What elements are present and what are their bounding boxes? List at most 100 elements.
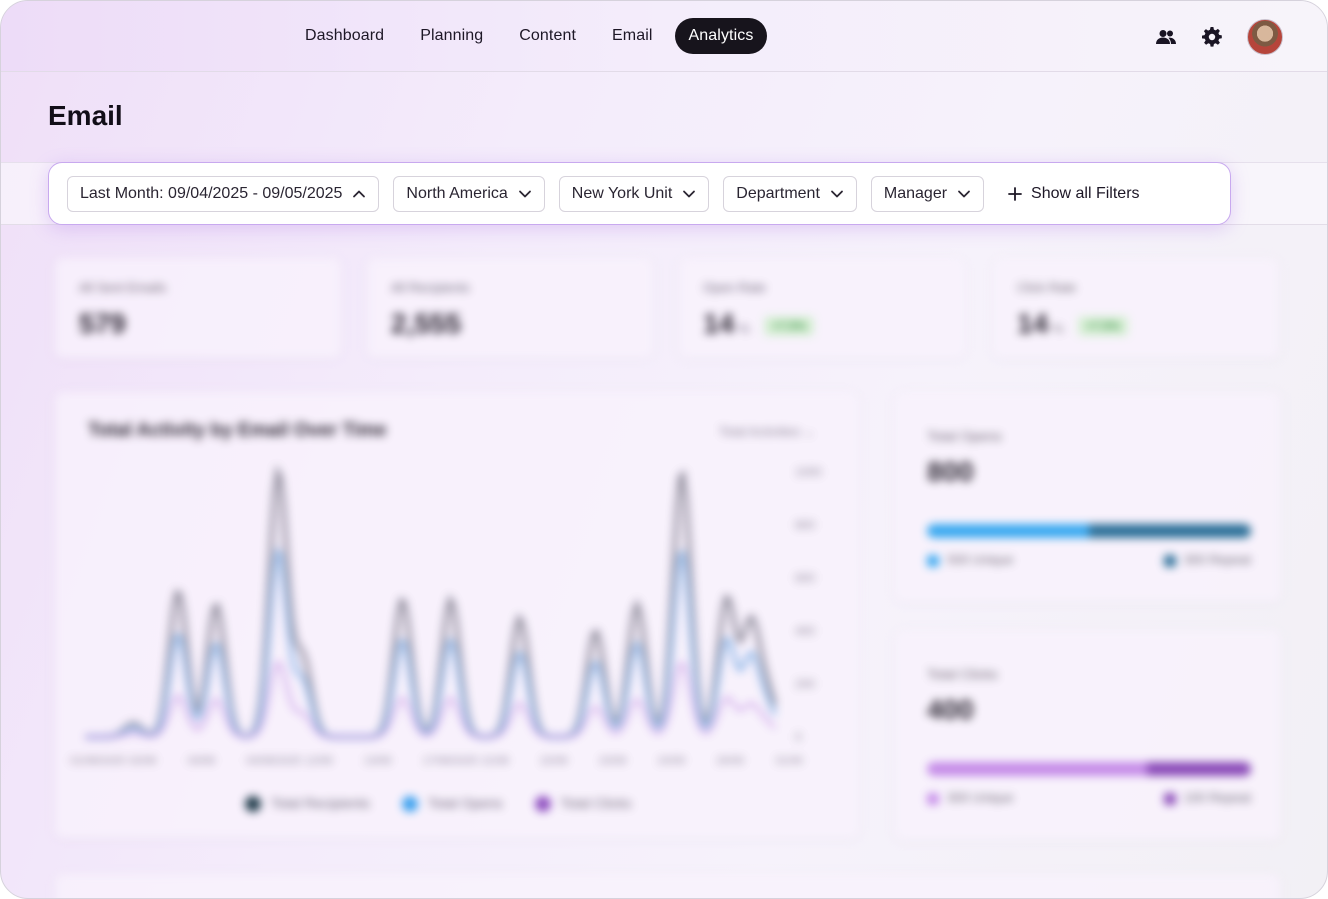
plus-icon xyxy=(1008,186,1022,201)
x-tick-label: 02/08 xyxy=(129,755,157,767)
department-filter[interactable]: Department xyxy=(723,175,857,212)
legend-label: Total Clicks xyxy=(560,795,632,811)
total-clicks-card: Total Clicks 400 300 Unique 100 Repeat xyxy=(895,630,1281,840)
date-range-label: Last Month: 09/04/2025 - 09/05/2025 xyxy=(80,184,343,202)
nav-item-content[interactable]: Content xyxy=(505,18,590,54)
blurred-dashboard-content: All Sent Emails 579 All Recipients 2,555… xyxy=(1,226,1327,898)
kpi-unit: % xyxy=(738,321,750,336)
opens-repeat-segment xyxy=(1089,524,1251,538)
legend-label: 300 Repeat xyxy=(1183,552,1251,567)
opens-value: 800 xyxy=(927,456,974,487)
chevron-down-icon xyxy=(518,190,531,197)
user-avatar[interactable] xyxy=(1247,19,1283,55)
kpi-card-recipients: All Recipients 2,555 xyxy=(367,258,653,358)
y-tick-label: 800 xyxy=(795,518,815,532)
filter-bar: Last Month: 09/04/2025 - 09/05/2025 Nort… xyxy=(48,162,1231,225)
y-tick-label: 600 xyxy=(795,571,815,585)
clicks-value: 400 xyxy=(927,694,974,725)
date-range-filter[interactable]: Last Month: 09/04/2025 - 09/05/2025 xyxy=(67,175,380,212)
opens-unique-legend: 500 Unique xyxy=(927,552,1014,567)
opens-label: Total Opens xyxy=(927,428,1002,444)
chevron-up-icon xyxy=(353,190,366,197)
legend-label: Total Opens xyxy=(427,795,503,811)
legend-label: 100 Repeat xyxy=(1183,790,1251,805)
opens-bar-legend: 500 Unique 300 Repeat xyxy=(927,552,1251,567)
x-tick-label: 13/08 xyxy=(364,755,392,767)
kpi-label: All Sent Emails xyxy=(79,280,167,295)
x-tick-label: 31/08 xyxy=(775,755,803,767)
clicks-bar-legend: 300 Unique 100 Repeat xyxy=(927,790,1251,805)
legend-label: Total Recipients xyxy=(271,795,370,811)
legend-label: 300 Unique xyxy=(947,790,1014,805)
top-right-actions xyxy=(1155,19,1283,55)
legend-label: 500 Unique xyxy=(947,552,1014,567)
clicks-label: Total Clicks xyxy=(927,666,998,682)
total-opens-card: Total Opens 800 500 Unique 300 Repeat xyxy=(895,392,1281,602)
y-tick-label: 200 xyxy=(795,677,815,691)
nav-item-dashboard[interactable]: Dashboard xyxy=(291,18,398,54)
show-all-filters-label: Show all Filters xyxy=(1031,184,1140,202)
chevron-down-icon xyxy=(683,190,696,197)
clicks-unique-legend: 300 Unique xyxy=(927,790,1014,805)
kpi-badge: +7.5% xyxy=(1077,315,1129,336)
clicks-split-bar xyxy=(927,762,1251,776)
opens-split-bar xyxy=(927,524,1251,538)
kpi-number: 14 xyxy=(703,308,735,339)
kpi-label: Open Rate xyxy=(703,280,766,295)
department-label: Department xyxy=(736,184,820,202)
top-navigation-bar: Dashboard Planning Content Email Analyti… xyxy=(1,1,1327,72)
activity-chart-card: Total Activity by Email Over Time Total … xyxy=(55,392,859,838)
x-tick-label: 17/08/2025 xyxy=(423,755,478,767)
kpi-label: All Recipients xyxy=(391,280,470,295)
x-tick-label: 01/08/2025 xyxy=(70,755,125,767)
x-tick-label: 24/08 xyxy=(658,755,686,767)
kpi-label: Click Rate xyxy=(1017,280,1077,295)
kpi-card-open-rate: Open Rate 14% +7.5% xyxy=(679,258,965,358)
region-label: North America xyxy=(406,184,508,202)
unit-label: New York Unit xyxy=(571,184,673,202)
kpi-number: 14 xyxy=(1017,308,1049,339)
nav-item-email[interactable]: Email xyxy=(598,18,667,54)
opens-unique-segment xyxy=(927,524,1089,538)
show-all-filters-button[interactable]: Show all Filters xyxy=(1008,184,1140,203)
page-title: Email xyxy=(48,100,123,131)
main-nav: Dashboard Planning Content Email Analyti… xyxy=(291,18,768,54)
clicks-repeat-segment xyxy=(1147,762,1251,776)
users-icon[interactable] xyxy=(1155,26,1177,48)
kpi-value: 2,555 xyxy=(391,308,462,339)
y-tick-label: 0 xyxy=(795,730,802,744)
y-tick-label: 1000 xyxy=(795,465,822,479)
kpi-value: 14% +7.5% xyxy=(1017,308,1129,340)
activity-line-chart: 1000 800 600 400 200 0 01/08/2025 02/08 03/08 04/… xyxy=(70,464,822,767)
kpi-badge: +7.5% xyxy=(763,315,815,336)
gear-icon[interactable] xyxy=(1201,26,1223,48)
legend-item-recipients: Total Recipients xyxy=(245,795,370,813)
manager-label: Manager xyxy=(883,184,948,202)
chevron-down-icon xyxy=(958,190,970,197)
kpi-value: 579 xyxy=(79,308,126,339)
region-filter[interactable]: North America xyxy=(393,175,545,212)
legend-item-clicks: Total Clicks xyxy=(534,795,632,813)
chart-legend: Total Recipients Total Opens Total Click… xyxy=(245,795,632,813)
x-tick-label: 12/08 xyxy=(305,755,333,767)
kpi-card-sent-emails: All Sent Emails 579 xyxy=(55,258,341,358)
x-tick-label: 22/08 xyxy=(540,755,568,767)
x-tick-label: 26/08 xyxy=(716,755,744,767)
y-tick-label: 400 xyxy=(795,624,815,638)
bottom-card xyxy=(55,874,1281,898)
nav-item-planning[interactable]: Planning xyxy=(406,18,497,54)
x-tick-label: 04/08/2025 xyxy=(246,755,301,767)
page-header: Email xyxy=(1,73,1327,163)
chevron-down-icon xyxy=(830,190,843,197)
manager-filter[interactable]: Manager xyxy=(870,175,985,212)
legend-item-opens: Total Opens xyxy=(401,795,503,813)
opens-repeat-legend: 300 Repeat xyxy=(1163,552,1251,567)
kpi-unit: % xyxy=(1052,321,1064,336)
unit-filter[interactable]: New York Unit xyxy=(558,175,710,212)
clicks-repeat-legend: 100 Repeat xyxy=(1163,790,1251,805)
x-tick-label: 23/08 xyxy=(599,755,627,767)
kpi-value: 14% +7.5% xyxy=(703,308,815,340)
nav-item-analytics[interactable]: Analytics xyxy=(674,18,768,54)
x-tick-label: 03/08 xyxy=(188,755,216,767)
x-tick-label: 21/08 xyxy=(481,755,509,767)
